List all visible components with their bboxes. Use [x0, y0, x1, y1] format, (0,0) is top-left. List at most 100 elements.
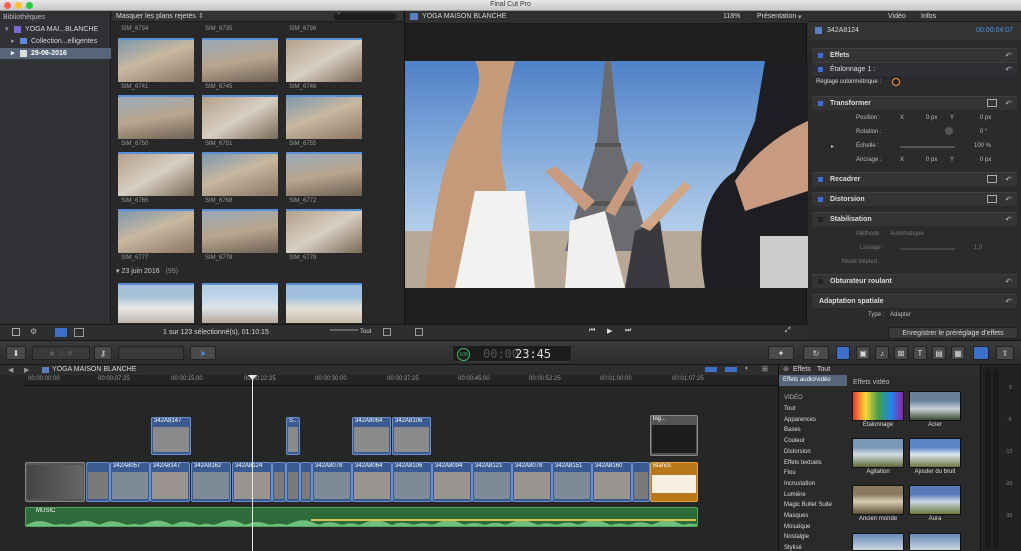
enable-checkbox[interactable]: [818, 67, 823, 72]
fullscreen-icon[interactable]: ⤢: [785, 327, 791, 335]
effect-thumbnail[interactable]: [909, 533, 961, 551]
anchor-y-value[interactable]: 0 px: [980, 157, 991, 163]
smart-collection-item[interactable]: ▸ Collection...elligentes: [0, 36, 111, 47]
clip-thumbnail[interactable]: [286, 152, 362, 196]
chevron-updown-icon[interactable]: ⇕: [198, 12, 204, 20]
rotation-value[interactable]: 0 °: [980, 129, 987, 135]
previous-frame-icon[interactable]: ⏮: [589, 327, 595, 335]
effects-category[interactable]: Flou: [784, 470, 796, 476]
effect-thumbnail[interactable]: [909, 438, 961, 468]
primary-clip[interactable]: 342A8094: [432, 462, 472, 502]
reset-icon[interactable]: ↶: [1005, 99, 1012, 108]
primary-clip[interactable]: 342A8078: [312, 462, 352, 502]
clip-thumbnail[interactable]: [202, 283, 278, 323]
effect-thumbnail[interactable]: [852, 485, 904, 515]
back-icon[interactable]: ◀: [8, 366, 13, 374]
clip-thumbnail[interactable]: [118, 209, 194, 253]
transform-overlay-icon[interactable]: [987, 99, 997, 107]
search-input[interactable]: ⌕: [334, 11, 396, 20]
crop-section[interactable]: Recadrer ↶: [812, 172, 1017, 186]
connected-clip[interactable]: S...: [286, 417, 300, 455]
audio-skimming-icon[interactable]: [725, 367, 737, 372]
select-tool-icon[interactable]: ➤: [190, 346, 216, 360]
zoom-level[interactable]: 118%: [723, 13, 740, 20]
disclosure-closed-icon[interactable]: ▸: [11, 36, 15, 47]
effects-category[interactable]: Apparences: [784, 417, 816, 423]
library-item[interactable]: ▾ YOGA MAI...BLANCHE: [0, 24, 111, 35]
effects-category[interactable]: Incrustation: [784, 481, 815, 487]
distort-overlay-icon[interactable]: [987, 195, 997, 203]
enable-checkbox[interactable]: [818, 177, 823, 182]
reset-icon[interactable]: ↶: [1005, 195, 1012, 204]
primary-clip[interactable]: 342A8064: [352, 462, 392, 502]
clip-thumbnail[interactable]: [286, 283, 362, 323]
date-group-header[interactable]: ▾ 23 juin 2016 (99): [116, 267, 178, 275]
generators-icon[interactable]: ▤: [932, 346, 946, 360]
crop-overlay-icon[interactable]: [987, 175, 997, 183]
clip-thumbnail[interactable]: [118, 283, 194, 323]
reset-icon[interactable]: ↶: [1005, 277, 1012, 286]
stabilization-section[interactable]: Stabilisation ↶: [812, 212, 1017, 226]
rolling-shutter-section[interactable]: Obturateur roulant ↶: [812, 274, 1017, 288]
effects-category[interactable]: Stylisé: [784, 545, 802, 551]
timeline-ruler[interactable]: 00:00:00:00 00:00:07:25 00:00:15:00 00:0…: [25, 375, 778, 386]
effects-category[interactable]: Effets textuels: [784, 460, 822, 466]
scale-value[interactable]: 100 %: [974, 143, 991, 149]
music-icon[interactable]: ♪: [875, 346, 889, 360]
disclosure-closed-icon[interactable]: ▸: [831, 143, 834, 150]
reset-icon[interactable]: ↶: [1005, 297, 1012, 306]
clip-thumbnail[interactable]: [202, 209, 278, 253]
enable-checkbox[interactable]: [818, 197, 823, 202]
clip-thumbnail[interactable]: [286, 209, 362, 253]
connected-title-clip[interactable]: log...: [650, 415, 698, 456]
effects-browser-icon[interactable]: [973, 346, 989, 360]
playhead[interactable]: [252, 375, 253, 551]
clip-size-slider[interactable]: [330, 329, 358, 331]
primary-clip[interactable]: 342A8160: [592, 462, 632, 502]
primary-clip[interactable]: 342A8078: [512, 462, 552, 502]
video-frame[interactable]: [405, 61, 808, 288]
themes-icon[interactable]: ▦: [951, 346, 965, 360]
import-icon[interactable]: ⬇: [6, 346, 26, 360]
enable-checkbox[interactable]: [818, 53, 823, 58]
disclosure-closed-icon[interactable]: ▸: [11, 48, 15, 59]
event-item[interactable]: ▸ 29-06-2016: [0, 48, 111, 59]
sidebar-toggle-icon[interactable]: [12, 328, 20, 336]
smoothing-slider[interactable]: [900, 248, 955, 250]
play-icon[interactable]: ▶: [607, 327, 612, 335]
duration-all-label[interactable]: Tout: [360, 329, 371, 335]
primary-clip[interactable]: [300, 462, 312, 502]
snapping-icon[interactable]: ⊞: [762, 365, 768, 373]
effects-category[interactable]: Tout: [784, 406, 795, 412]
enable-checkbox[interactable]: [818, 279, 823, 284]
enable-checkbox[interactable]: [818, 101, 823, 106]
connected-clip[interactable]: 342A8064: [352, 417, 391, 455]
key-icon[interactable]: ⚷: [94, 346, 112, 360]
audio-clip[interactable]: MUSIC: [25, 507, 698, 527]
gear-icon[interactable]: ⚙: [30, 327, 37, 336]
effects-category[interactable]: Lumière: [784, 492, 806, 498]
clip-thumbnail[interactable]: [118, 38, 194, 82]
primary-clip[interactable]: 342A8057: [110, 462, 150, 502]
primary-clip[interactable]: 342A8147: [150, 462, 190, 502]
clip-thumbnail[interactable]: [202, 152, 278, 196]
effect-thumbnail[interactable]: [852, 438, 904, 468]
disclosure-open-icon[interactable]: ▾: [5, 24, 9, 35]
method-dropdown[interactable]: Automatique: [890, 231, 924, 237]
connected-clip[interactable]: 342A8147: [151, 417, 191, 455]
category-audio-video[interactable]: Effets audio/vidéo: [779, 375, 847, 386]
primary-clip[interactable]: [272, 462, 286, 502]
effect-thumbnail[interactable]: [852, 391, 904, 421]
transform-icon[interactable]: [415, 328, 423, 336]
rotation-dial[interactable]: [945, 127, 953, 135]
clip-thumbnail[interactable]: [286, 95, 362, 139]
scale-slider[interactable]: [900, 146, 955, 148]
tab-video[interactable]: Vidéo: [888, 13, 906, 20]
effect-thumbnail[interactable]: [909, 391, 961, 421]
effects-category[interactable]: Bases: [784, 427, 801, 433]
reset-icon[interactable]: ↶: [1005, 65, 1012, 74]
rating-buttons[interactable]: ★ ☆ ✕: [32, 346, 90, 360]
forward-icon[interactable]: ▶: [24, 366, 29, 374]
transition-clip[interactable]: [25, 462, 85, 502]
clip-thumbnail[interactable]: [286, 38, 362, 82]
